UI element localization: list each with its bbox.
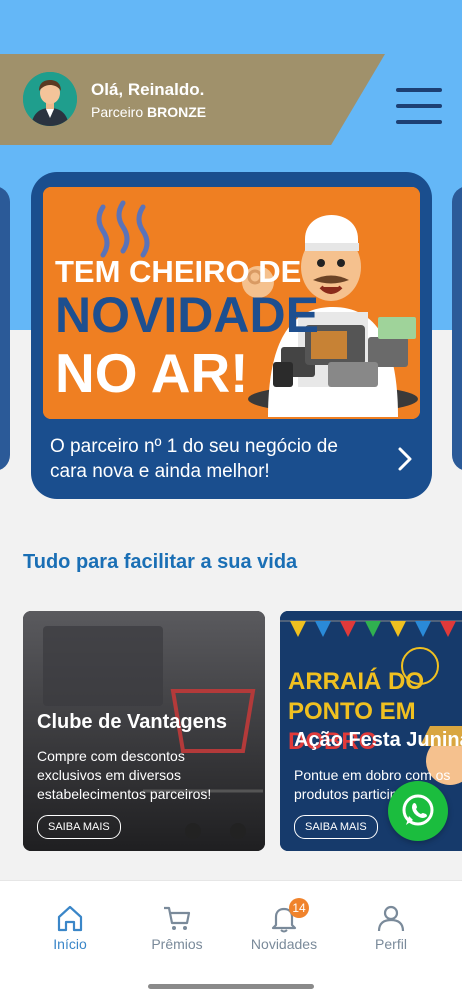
saiba-mais-button[interactable]: SAIBA MAIS (294, 815, 378, 839)
partner-level: BRONZE (147, 104, 207, 120)
card-clube-de-vantagens[interactable]: Clube de Vantagens Compre com descontos … (23, 611, 265, 851)
card-title: Ação Festa Junina (294, 729, 462, 751)
nav-inicio[interactable]: Início (25, 881, 115, 961)
whatsapp-button[interactable] (388, 781, 448, 841)
nav-premios[interactable]: Prêmios (132, 881, 222, 961)
banner-artwork: TEM CHEIRO DE NOVIDADE NO AR! (43, 187, 420, 419)
nav-label: Novidades (250, 936, 318, 952)
nav-perfil[interactable]: Perfil (346, 881, 436, 961)
avatar-illustration (23, 72, 77, 126)
card-art-text-2: PONTO EM (288, 698, 416, 725)
nav-label: Prêmios (151, 936, 203, 952)
avatar[interactable] (23, 72, 77, 126)
banner-illustration: TEM CHEIRO DE NOVIDADE NO AR! (43, 187, 420, 419)
carousel-prev-card[interactable] (0, 186, 10, 471)
home-icon (57, 905, 83, 932)
user-icon (377, 905, 405, 932)
promo-banner[interactable]: TEM CHEIRO DE NOVIDADE NO AR! O parceiro… (31, 172, 432, 499)
notification-badge: 14 (289, 898, 309, 918)
chevron-right-icon[interactable] (395, 445, 415, 473)
partner-level-line: Parceiro BRONZE (91, 104, 206, 120)
banner-headline-3: NO AR! (55, 342, 249, 404)
saiba-mais-button[interactable]: SAIBA MAIS (37, 815, 121, 839)
partner-prefix: Parceiro (91, 104, 144, 120)
card-title: Clube de Vantagens (37, 711, 228, 733)
nav-novidades[interactable]: 14 Novidades (239, 881, 329, 961)
carousel-next-card[interactable] (452, 186, 462, 471)
nav-label: Início (53, 936, 87, 952)
card-art-text-1: ARRAIÁ DO (288, 667, 424, 695)
card-description: Compre com descontos exclusivos em diver… (37, 748, 212, 802)
home-indicator[interactable] (148, 984, 314, 989)
hamburger-menu-icon[interactable] (396, 88, 442, 126)
banner-headline-1: TEM CHEIRO DE (55, 254, 301, 289)
bottom-navigation: Início Prêmios 14 Novidades Perfil (0, 880, 462, 1001)
banner-headline-2: NOVIDADE (55, 287, 319, 343)
nav-label: Perfil (375, 936, 407, 952)
cart-icon (164, 906, 191, 930)
section-title: Tudo para facilitar a sua vida (23, 551, 298, 573)
banner-caption: O parceiro nº 1 do seu negócio de cara n… (50, 436, 338, 482)
greeting-title: Olá, Reinaldo. (91, 80, 205, 99)
whatsapp-icon (402, 794, 434, 826)
